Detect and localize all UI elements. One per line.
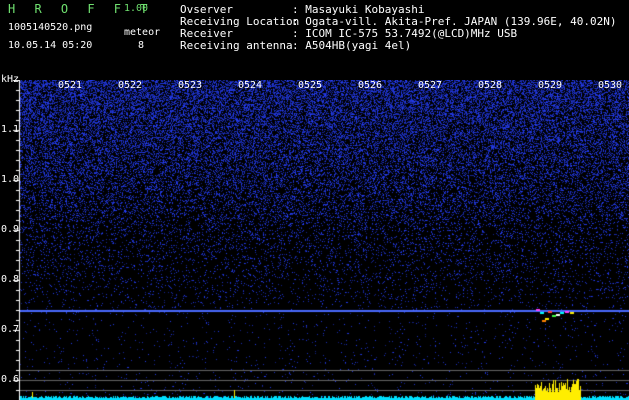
meteor-label: meteor <box>124 27 161 38</box>
y-label: 1.0 <box>1 174 20 185</box>
time-tick: 0529 <box>538 80 563 91</box>
file-datetime: 10.05.14 05:20 <box>8 40 93 51</box>
time-tick: 0526 <box>358 80 383 91</box>
meteor-count: 8 <box>138 40 145 51</box>
spectrogram <box>0 80 629 400</box>
time-tick: 0522 <box>118 80 143 91</box>
info-label: Receiving antenna <box>180 39 293 52</box>
y-label: 0.6 <box>1 374 20 385</box>
y-label: 0.7 <box>1 324 20 335</box>
time-tick: 0521 <box>58 80 83 91</box>
app-version: 1.00 <box>124 3 149 14</box>
time-tick: 0524 <box>238 80 263 91</box>
station-info: Ovserver : Masayuki Kobayashi Receiving … <box>180 4 617 52</box>
file-name: 1005140520.png <box>8 22 93 33</box>
time-tick: 0527 <box>418 80 443 91</box>
info-value: : A504HB(yagi 4el) <box>292 39 412 52</box>
y-label: 0.9 <box>1 224 20 235</box>
time-tick: 0523 <box>178 80 203 91</box>
time-tick: 0525 <box>298 80 323 91</box>
y-label: 0.8 <box>1 274 20 285</box>
time-tick: 0530 <box>598 80 623 91</box>
y-label: 1.1 <box>1 124 20 135</box>
info-antenna: Receiving antenna : A504HB(yagi 4el) <box>180 40 617 52</box>
time-tick: 0528 <box>478 80 503 91</box>
axis-unit: kHz <box>1 74 20 85</box>
